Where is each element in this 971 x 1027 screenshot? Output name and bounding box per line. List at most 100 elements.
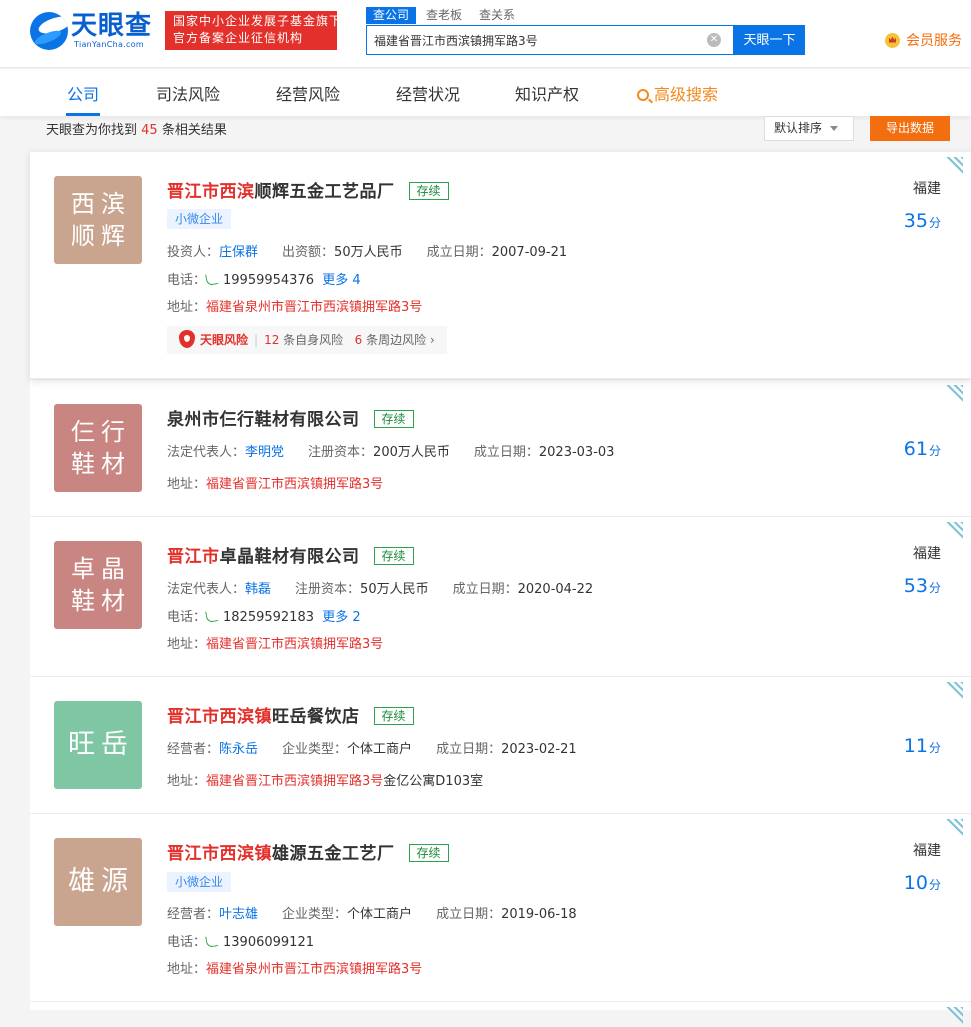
more-phones-link[interactable]: 更多 2	[322, 610, 360, 625]
qr-code-icon[interactable]	[941, 817, 965, 839]
person-link[interactable]: 叶志雄	[219, 907, 258, 922]
phone-value: 13906099121	[223, 935, 314, 950]
clear-icon[interactable]: ✕	[707, 33, 721, 47]
phone-icon	[205, 272, 219, 286]
company-name-highlight: 晋江市	[167, 547, 220, 567]
logo-line: 鞋材	[71, 587, 131, 615]
more-phones-link[interactable]: 更多 4	[322, 273, 360, 288]
crown-icon	[885, 32, 900, 48]
address-highlight: 市晋江市西滨镇拥军路3号	[271, 300, 423, 315]
field-label: 成立日期：	[473, 445, 539, 460]
nav-tab-judicial-risk[interactable]: 司法风险	[156, 81, 220, 105]
info-row: 地址：福建省泉州市晋江市西滨镇拥军路3号	[167, 958, 422, 977]
company-name[interactable]: 晋江市西滨镇雄源五金工艺厂 存续	[167, 839, 449, 864]
type-value: 个体工商户	[347, 907, 413, 922]
logo-domain: TianYanCha.com	[74, 40, 144, 49]
info-row: 法定代表人：李明党 注册资本：200万人民币 成立日期：2023-03-03	[167, 441, 614, 460]
logo-line: 卓晶	[71, 555, 131, 583]
risk-around-text: 条周边风险	[366, 333, 427, 347]
company-name[interactable]: 晋江市西滨镇旺岳餐饮店 存续	[167, 702, 414, 727]
phone-value: 18259592183	[223, 610, 314, 625]
logo-line: 鞋材	[71, 450, 131, 478]
person-link[interactable]: 李明党	[245, 445, 284, 460]
tab-search-company[interactable]: 查公司	[366, 7, 417, 24]
field-label: 地址：	[167, 637, 207, 652]
sort-select[interactable]: 默认排序	[764, 116, 854, 141]
nav-tab-ip[interactable]: 知识产权	[515, 81, 579, 105]
field-label: 电话：	[167, 273, 207, 288]
person-link[interactable]: 陈永岳	[219, 742, 258, 757]
field-label: 成立日期：	[436, 907, 502, 922]
scale-tag: 小微企业	[167, 872, 232, 892]
qr-code-icon[interactable]	[941, 680, 965, 702]
score-value: 35	[903, 210, 928, 232]
field-label: 成立日期：	[452, 582, 518, 597]
tab-search-relation[interactable]: 查关系	[472, 7, 522, 24]
company-logo[interactable]: 仨行 鞋材	[54, 404, 142, 492]
field-label: 成立日期：	[436, 742, 502, 757]
qr-code-icon[interactable]	[941, 155, 965, 177]
person-link[interactable]: 韩磊	[245, 582, 271, 597]
info-row: 地址：福建省泉州市晋江市西滨镇拥军路3号	[167, 296, 422, 315]
score-value: 10	[903, 872, 928, 894]
address-tail: 金亿公寓D103室	[383, 774, 484, 789]
field-label: 地址：	[167, 962, 207, 977]
risk-self-text: 条自身风险	[283, 333, 344, 347]
field-label: 注册资本：	[295, 582, 361, 597]
tianyancha-logo[interactable]: 天眼查 TianYanCha.com	[30, 11, 154, 52]
info-row: 法定代表人：韩磊 注册资本：50万人民币 成立日期：2020-04-22	[167, 578, 593, 597]
qr-code-icon[interactable]	[941, 520, 965, 542]
company-name-rest: 旺岳餐饮店	[272, 707, 360, 727]
nav-advanced-search[interactable]: 高级搜索	[637, 81, 718, 105]
company-name[interactable]: 泉州市仨行鞋材有限公司 存续	[167, 405, 414, 430]
search-input[interactable]	[374, 31, 694, 49]
chevron-right-icon: ›	[426, 333, 435, 347]
member-service-link[interactable]: 会员服务	[885, 30, 962, 50]
company-name[interactable]: 晋江市西滨顺辉五金工艺品厂 存续	[167, 177, 449, 202]
export-button[interactable]: 导出数据	[870, 116, 950, 141]
info-row: 经营者：叶志雄 企业类型：个体工商户 成立日期：2019-06-18	[167, 903, 577, 922]
field-label: 电话：	[167, 935, 207, 950]
logo-line: 旺岳	[68, 729, 134, 760]
risk-bar[interactable]: 天眼风险 | 12 条自身风险 6 条周边风险 ›	[167, 326, 447, 354]
fund-badge-line1: 国家中小企业发展子基金旗下	[173, 14, 337, 28]
tab-search-boss[interactable]: 查老板	[419, 7, 469, 24]
nav-tab-operating-risk[interactable]: 经营风险	[276, 81, 340, 105]
shield-icon	[179, 330, 195, 348]
risk-title: 天眼风险	[200, 333, 249, 347]
info-row: 地址：福建省晋江市西滨镇拥军路3号	[167, 633, 383, 652]
company-logo[interactable]: 雄源	[54, 838, 142, 926]
score-value: 61	[903, 438, 928, 460]
company-logo[interactable]: 卓晶 鞋材	[54, 541, 142, 629]
phone-icon	[205, 934, 219, 948]
company-name-rest: 顺辉五金工艺品厂	[254, 182, 395, 202]
company-logo[interactable]: 旺岳	[54, 701, 142, 789]
result-suffix: 条相关结果	[161, 123, 227, 138]
score-unit: 分	[928, 216, 941, 230]
search-button[interactable]: 天眼一下	[734, 25, 805, 55]
info-row: 电话： 13906099121	[167, 931, 314, 950]
phone-value: 19959954376	[223, 273, 314, 288]
person-link[interactable]: 庄保群	[219, 245, 258, 260]
status-badge: 存续	[373, 707, 414, 725]
company-logo[interactable]: 西滨 顺辉	[54, 176, 142, 264]
status-badge: 存续	[408, 844, 449, 862]
result-card: 雄源 晋江市西滨镇雄源五金工艺厂 存续 小微企业 经营者：叶志雄 企业类型：个体工商…	[30, 814, 971, 1002]
address-value: 福建省泉州	[206, 300, 272, 315]
nav-tab-company[interactable]: 公司	[67, 81, 99, 105]
field-label: 法定代表人：	[167, 445, 246, 460]
qr-code-icon[interactable]	[941, 1005, 965, 1027]
category-nav: 公司 司法风险 经营风险 经营状况 知识产权 高级搜索	[0, 69, 971, 116]
search-box: ✕	[366, 25, 734, 55]
type-value: 个体工商户	[347, 742, 413, 757]
result-summary: 天眼查为你找到 45 条相关结果	[46, 119, 227, 138]
company-name-highlight: 晋江市西滨镇	[167, 707, 272, 727]
field-label: 投资人：	[167, 245, 220, 260]
qr-code-icon[interactable]	[941, 383, 965, 405]
field-label: 地址：	[167, 477, 207, 492]
search-icon	[637, 89, 649, 101]
nav-tab-operating-status[interactable]: 经营状况	[396, 81, 460, 105]
score: 10分	[904, 872, 941, 894]
capital-value: 200万人民币	[373, 445, 450, 460]
company-name[interactable]: 晋江市卓晶鞋材有限公司 存续	[167, 542, 414, 567]
